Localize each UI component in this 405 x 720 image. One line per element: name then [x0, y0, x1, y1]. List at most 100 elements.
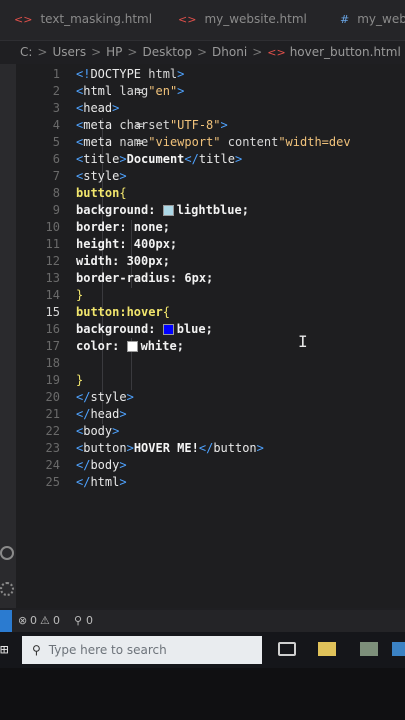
code-line[interactable]: 12 width: 300px;: [16, 253, 405, 270]
line-number: 25: [45, 475, 60, 489]
breadcrumb-item[interactable]: HP: [106, 45, 122, 59]
taskbar-search-box[interactable]: ⚲ Type here to search: [22, 636, 262, 664]
vscode-app-icon[interactable]: [392, 642, 405, 656]
breadcrumb-item[interactable]: Users: [52, 45, 86, 59]
code-token: =: [136, 135, 144, 149]
breadcrumb-item[interactable]: Desktop: [142, 45, 192, 59]
line-number: 9: [52, 203, 60, 217]
code-text: <body>: [76, 423, 119, 440]
code-token: meta: [83, 118, 120, 132]
code-text: }: [76, 372, 83, 389]
code-line[interactable]: 11 height: 400px;: [16, 236, 405, 253]
code-token: width:: [76, 254, 127, 268]
line-number: 15: [45, 305, 60, 319]
windows-start-icon[interactable]: ⊞: [0, 641, 14, 659]
ports-icon[interactable]: ⚲: [74, 614, 82, 627]
code-token: </: [76, 407, 91, 421]
code-token: </: [198, 441, 214, 455]
code-line[interactable]: 6 <title>Document</title>: [16, 151, 405, 168]
code-line[interactable]: 1 <!DOCTYPE html>: [16, 66, 405, 83]
code-line[interactable]: 3 <head>: [16, 100, 405, 117]
code-line[interactable]: 21 </head>: [16, 406, 405, 423]
code-line[interactable]: 8 button{: [16, 185, 405, 202]
code-line[interactable]: 14 }: [16, 287, 405, 304]
code-token: </: [76, 390, 91, 404]
warning-icon[interactable]: ⚠: [40, 614, 50, 627]
code-token: >: [119, 407, 127, 421]
code-editor[interactable]: I 1 <!DOCTYPE html> 2 <html lang = "en"> 3 <hea…: [16, 64, 405, 608]
code-token: >: [119, 152, 127, 166]
code-line[interactable]: 16 background: blue;: [16, 321, 405, 338]
error-icon[interactable]: ⊗: [18, 614, 27, 627]
monitor-bezel: [0, 668, 405, 720]
code-token: html: [83, 84, 120, 98]
code-line[interactable]: 18: [16, 355, 405, 372]
code-token: {: [119, 186, 127, 200]
code-text: <title>Document</title>: [76, 151, 242, 168]
warning-count: 0: [53, 614, 60, 627]
code-line[interactable]: 20 </style>: [16, 389, 405, 406]
code-token: >: [220, 118, 228, 132]
breadcrumb-item[interactable]: hover_button.html: [290, 45, 401, 59]
task-view-icon[interactable]: [278, 642, 296, 656]
line-number: 4: [52, 118, 60, 132]
tab-my-web[interactable]: # my_web: [340, 12, 405, 26]
code-token: head: [90, 407, 120, 421]
code-text: <head>: [76, 100, 119, 117]
code-line[interactable]: 10 border: none;: [16, 219, 405, 236]
hash-file-icon: #: [340, 13, 350, 26]
code-line[interactable]: 19 }: [16, 372, 405, 389]
line-number: 21: [45, 407, 60, 421]
code-text: border: none;: [76, 219, 170, 236]
line-number: 14: [45, 288, 60, 302]
code-token: >: [112, 424, 120, 438]
breadcrumb-item[interactable]: C:: [20, 45, 32, 59]
code-text: button{: [76, 185, 127, 202]
code-line[interactable]: 24 </body>: [16, 457, 405, 474]
account-icon[interactable]: [0, 546, 14, 560]
code-line[interactable]: 23 <button>HOVER ME!</button>: [16, 440, 405, 457]
tab-text-masking[interactable]: <> text_masking.html: [14, 12, 152, 26]
search-placeholder: Type here to search: [48, 643, 167, 657]
html-file-icon: <>: [178, 13, 197, 26]
code-token: >: [126, 390, 134, 404]
gear-icon[interactable]: [0, 582, 14, 596]
code-token: border:: [76, 220, 134, 234]
code-text: <style>: [76, 168, 127, 185]
code-line[interactable]: 5 <meta name = "viewport" content = "width=d…: [16, 134, 405, 151]
code-token: html: [90, 475, 120, 489]
code-token: =: [136, 84, 144, 98]
html-file-icon: <>: [267, 46, 286, 59]
photos-app-icon[interactable]: [360, 642, 378, 656]
line-number: 3: [52, 101, 60, 115]
file-explorer-icon[interactable]: [318, 642, 336, 656]
code-line[interactable]: 25 </html>: [16, 474, 405, 491]
code-token: title: [198, 152, 235, 166]
code-line[interactable]: 7 <style>: [16, 168, 405, 185]
code-token: </: [76, 458, 91, 472]
line-number: 19: [45, 373, 60, 387]
code-line[interactable]: 2 <html lang = "en">: [16, 83, 405, 100]
code-line[interactable]: 22 <body>: [16, 423, 405, 440]
line-number: 6: [52, 152, 60, 166]
code-line[interactable]: 13 border-radius: 6px;: [16, 270, 405, 287]
code-token: >: [177, 84, 185, 98]
code-line[interactable]: 4 <meta charset = "UTF-8">: [16, 117, 405, 134]
breadcrumb-item[interactable]: Dhoni: [212, 45, 247, 59]
code-line[interactable]: 15 button:hover{: [16, 304, 405, 321]
code-line[interactable]: 9 background: lightblue;: [16, 202, 405, 219]
code-line[interactable]: 17 color: white;: [16, 338, 405, 355]
search-icon: ⚲: [32, 643, 41, 657]
code-token: button: [76, 186, 120, 200]
code-token: }: [76, 373, 84, 387]
remote-indicator[interactable]: [0, 610, 12, 632]
tab-my-website[interactable]: <> my_website.html: [178, 12, 307, 26]
